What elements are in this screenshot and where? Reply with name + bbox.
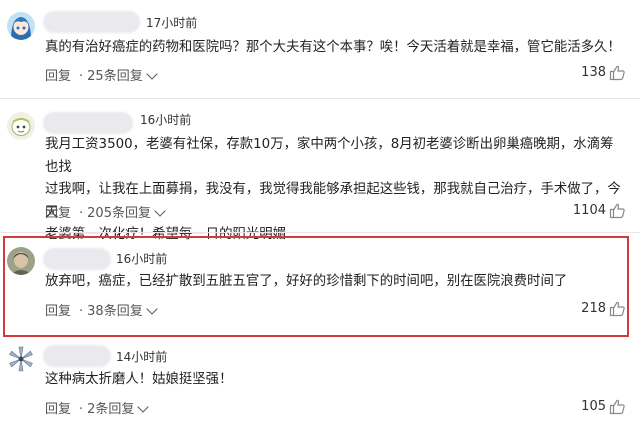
view-replies-button[interactable]: 205条回复: [87, 205, 166, 221]
reply-count: 38条回复: [87, 304, 143, 319]
separator-dot: ·: [79, 402, 84, 417]
comment-text: 我月工资3500，老婆有社保，存款10万，家中两个小孩，8月初老婆诊断出卵巢癌晚…: [45, 134, 625, 247]
comment-line: 真的有治好癌症的药物和医院吗？那个大夫有这个本事？唉！今天活着就是幸福，管它能活…: [45, 40, 621, 55]
comment-text: 这种病太折磨人！姑娘挺坚强！: [45, 369, 625, 392]
like-button[interactable]: 1104: [573, 202, 626, 219]
photo-avatar-icon: [7, 247, 35, 275]
comment-actions: 回复 · 205条回复: [45, 202, 166, 221]
thumbs-up-icon: [609, 399, 625, 415]
comment-time: 16小时前: [140, 113, 192, 127]
comment-actions: 回复 · 2条回复: [45, 398, 150, 417]
comment-line: 这种病太折磨人！姑娘挺坚强！: [45, 372, 233, 387]
reply-button[interactable]: 回复: [45, 206, 71, 221]
avatar[interactable]: [7, 247, 35, 275]
reply-count: 205条回复: [87, 206, 151, 221]
like-button[interactable]: 138: [581, 64, 626, 81]
like-button[interactable]: 218: [581, 300, 626, 317]
view-replies-button[interactable]: 25条回复: [87, 68, 158, 84]
comment-line: 放弃吧，癌症，已经扩散到五脏五官了，好好的珍惜剩下的时间吧，别在医院浪费时间了: [45, 274, 568, 289]
comment-actions: 回复 · 25条回复: [45, 65, 158, 84]
like-button[interactable]: 105: [581, 398, 626, 415]
comment-text: 放弃吧，癌症，已经扩散到五脏五官了，好好的珍惜剩下的时间吧，别在医院浪费时间了: [45, 271, 625, 294]
divider: [0, 98, 640, 99]
username-redacted[interactable]: [43, 345, 111, 367]
like-count: 218: [581, 301, 606, 316]
reply-count: 25条回复: [87, 69, 143, 84]
separator-dot: ·: [79, 304, 84, 319]
reply-count: 2条回复: [87, 402, 135, 417]
username-redacted[interactable]: [43, 248, 111, 270]
separator-dot: ·: [79, 206, 84, 221]
reply-button[interactable]: 回复: [45, 402, 71, 417]
view-replies-button[interactable]: 38条回复: [87, 303, 158, 319]
username-redacted[interactable]: [43, 112, 133, 134]
avatar[interactable]: [7, 112, 35, 140]
view-replies-button[interactable]: 2条回复: [87, 401, 150, 417]
chevron-down-icon: [146, 68, 158, 80]
comment-actions: 回复 · 38条回复: [45, 300, 158, 319]
separator-dot: ·: [79, 69, 84, 84]
comment-time: 16小时前: [116, 252, 168, 266]
like-count: 105: [581, 399, 606, 414]
thumbs-up-icon: [609, 301, 625, 317]
like-count: 138: [581, 65, 606, 80]
reply-button[interactable]: 回复: [45, 304, 71, 319]
comment-time: 17小时前: [146, 16, 198, 30]
avatar[interactable]: [7, 345, 35, 373]
thumbs-up-icon: [609, 65, 625, 81]
chevron-down-icon: [137, 401, 150, 413]
comment-text: 真的有治好癌症的药物和医院吗？那个大夫有这个本事？唉！今天活着就是幸福，管它能活…: [45, 37, 625, 60]
like-count: 1104: [572, 203, 606, 218]
chevron-down-icon: [146, 303, 158, 315]
username-redacted[interactable]: [43, 11, 140, 33]
anime-girl-avatar-icon: [7, 12, 35, 40]
chevron-down-icon: [154, 205, 166, 217]
reply-button[interactable]: 回复: [45, 69, 71, 84]
flower-avatar-icon: [7, 345, 35, 373]
comment-line: 我月工资3500，老婆有社保，存款10万，家中两个小孩，8月初老婆诊断出卵巢癌晚…: [45, 137, 614, 175]
avatar[interactable]: [7, 12, 35, 40]
comment-time: 14小时前: [116, 350, 168, 364]
cartoon-avatar-icon: [7, 112, 35, 140]
thumbs-up-icon: [609, 203, 625, 219]
divider: [0, 232, 640, 233]
